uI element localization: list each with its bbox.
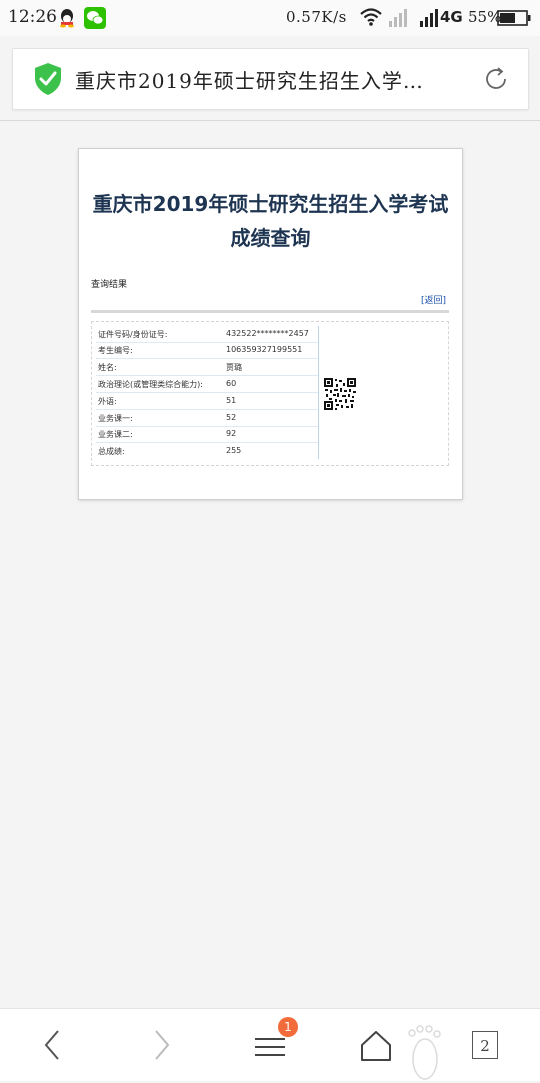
table-row: 姓名: 贾璐 bbox=[96, 359, 318, 376]
row-label: 业务课二: bbox=[98, 430, 133, 439]
row-value: 贾璐 bbox=[226, 363, 242, 372]
qr-code bbox=[324, 378, 356, 410]
page-title: 重庆市2019年硕士研究生招生入学考试成绩查询 bbox=[92, 192, 449, 250]
table-row: 业务课二: 92 bbox=[96, 426, 318, 443]
result-label: 查询结果 bbox=[91, 280, 128, 290]
row-value: 60 bbox=[226, 379, 237, 388]
signal-icon-sim2 bbox=[420, 9, 438, 27]
battery-icon bbox=[497, 10, 531, 26]
bottom-toolbar: 1 2 bbox=[0, 1008, 540, 1081]
network-speed: 0.57K/s bbox=[286, 8, 347, 26]
divider bbox=[91, 310, 449, 313]
table-row: 考生编号: 106359327199551 bbox=[96, 342, 318, 359]
row-label: 外语: bbox=[98, 397, 117, 406]
row-value: 432522********2457 bbox=[226, 329, 309, 338]
status-bar: 12:26 0.57K/s 4G 55% bbox=[0, 0, 540, 36]
result-box: 证件号码/身份证号: 432522********2457 考生编号: 1063… bbox=[91, 321, 449, 466]
tabs-button[interactable]: 2 bbox=[472, 1031, 498, 1059]
result-page-card: 重庆市2019年硕士研究生招生入学考试成绩查询 查询结果 [返回] 证件号码/身… bbox=[78, 148, 463, 500]
row-label: 考生编号: bbox=[98, 346, 133, 355]
table-row: 业务课一: 52 bbox=[96, 410, 318, 427]
table-row: 总成绩: 255 bbox=[96, 443, 318, 459]
row-value: 52 bbox=[226, 413, 237, 422]
page-separator bbox=[0, 120, 540, 121]
wifi-icon bbox=[360, 8, 382, 26]
qq-icon bbox=[60, 9, 74, 28]
footprint-icon bbox=[408, 1025, 441, 1080]
row-label: 政治理论(或管理类综合能力): bbox=[98, 380, 203, 389]
row-label: 姓名: bbox=[98, 363, 117, 372]
row-label: 总成绩: bbox=[98, 447, 125, 456]
menu-badge: 1 bbox=[278, 1017, 298, 1037]
table-row: 证件号码/身份证号: 432522********2457 bbox=[96, 326, 318, 343]
row-value: 106359327199551 bbox=[226, 345, 303, 354]
forward-arrow-icon[interactable] bbox=[144, 1027, 180, 1063]
score-table: 证件号码/身份证号: 432522********2457 考生编号: 1063… bbox=[96, 326, 319, 459]
back-link[interactable]: [返回] bbox=[421, 293, 446, 306]
row-label: 证件号码/身份证号: bbox=[98, 330, 168, 339]
row-value: 255 bbox=[226, 446, 242, 455]
page-title-in-address-bar[interactable]: 重庆市2019年硕士研究生招生入学… bbox=[75, 65, 467, 94]
status-time: 12:26 bbox=[8, 7, 57, 27]
table-row: 政治理论(或管理类综合能力): 60 bbox=[96, 376, 318, 393]
shield-check-icon bbox=[35, 63, 61, 95]
row-value: 92 bbox=[226, 429, 237, 438]
row-value: 51 bbox=[226, 396, 237, 405]
row-label: 业务课一: bbox=[98, 414, 133, 423]
address-bar[interactable]: 重庆市2019年硕士研究生招生入学… bbox=[12, 48, 529, 110]
signal-icon-sim1 bbox=[389, 9, 407, 27]
network-type: 4G bbox=[440, 8, 463, 26]
table-row: 外语: 51 bbox=[96, 393, 318, 410]
home-icon[interactable] bbox=[358, 1027, 394, 1063]
back-arrow-icon[interactable] bbox=[34, 1027, 70, 1063]
wechat-icon bbox=[84, 7, 106, 29]
reload-icon[interactable] bbox=[481, 64, 511, 94]
